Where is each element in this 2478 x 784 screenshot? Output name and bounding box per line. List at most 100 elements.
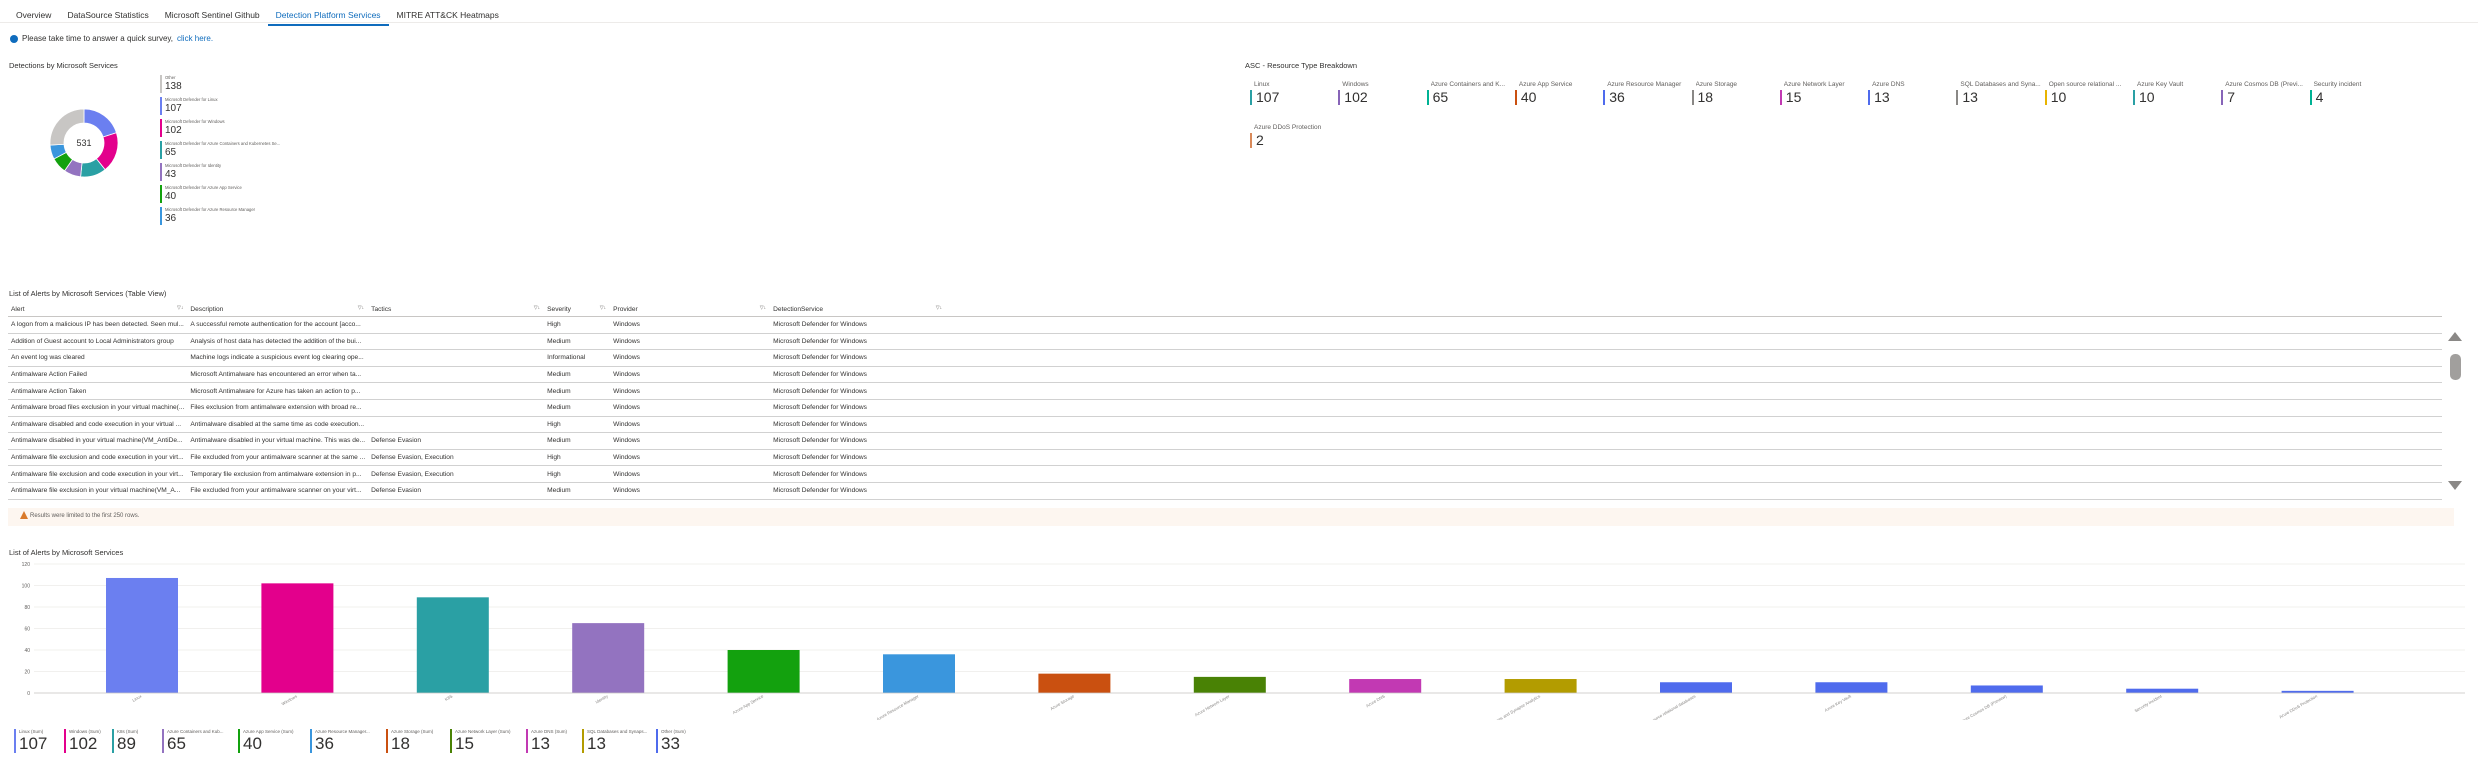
tile-value: 13 xyxy=(1962,89,1978,105)
bar-legend-item[interactable]: Other (Sum) 33 xyxy=(656,729,726,755)
resource-tile[interactable]: Linux 107 xyxy=(1250,81,1336,109)
survey-link[interactable]: click here. xyxy=(177,34,213,43)
bar[interactable] xyxy=(261,583,334,693)
col-header-label: Alert xyxy=(11,305,25,313)
tab-detection-platform-services[interactable]: Detection Platform Services xyxy=(267,6,389,26)
tab-overview[interactable]: Overview xyxy=(8,6,59,26)
donut-title: Detections by Microsoft Services xyxy=(9,61,118,70)
resource-tile[interactable]: Security incident 4 xyxy=(2309,81,2396,109)
table-row[interactable]: An event log was cleared Machine logs ind… xyxy=(8,349,2442,367)
resource-tile[interactable]: Azure Key Vault 10 xyxy=(2133,81,2219,109)
sort-icon[interactable]: ▽↓ xyxy=(177,305,183,311)
legend-label: Microsoft Defender for Windows xyxy=(165,119,225,124)
table-row[interactable]: Antimalware broad files exclusion in you… xyxy=(8,399,2442,417)
col-header-detectionservice[interactable]: DetectionService ▽↓ xyxy=(770,302,947,317)
x-tick-label: Azure App Service xyxy=(732,693,765,715)
resource-tile[interactable]: Windows 102 xyxy=(1338,81,1424,109)
x-tick-label: Identity xyxy=(594,693,609,705)
x-tick-label: Windows xyxy=(281,694,298,707)
cell-detectionservice: Microsoft Defender for Windows xyxy=(770,333,947,351)
bar[interactable] xyxy=(106,577,178,693)
bar-legend-item[interactable]: SQL Databases and Synaps... 13 xyxy=(582,729,652,755)
col-header-tactics[interactable]: Tactics ▽↓ xyxy=(368,302,545,317)
table-row[interactable]: Antimalware file exclusion and code exec… xyxy=(8,465,2442,483)
bar[interactable] xyxy=(572,623,645,693)
bar-legend-item[interactable]: Azure Network Layer (Sum) 15 xyxy=(450,729,520,755)
resource-tile[interactable]: Open source relational ... 10 xyxy=(2044,81,2131,109)
resource-tile[interactable]: Azure Resource Manager 36 xyxy=(1603,81,1689,109)
cell-detectionservice: Microsoft Defender for Windows xyxy=(770,449,947,467)
bar[interactable] xyxy=(883,654,955,693)
table-row[interactable]: Antimalware Action Taken Microsoft Antima… xyxy=(8,382,2442,400)
tab-mitre-heatmaps[interactable]: MITRE ATT&CK Heatmaps xyxy=(389,6,507,26)
bar[interactable] xyxy=(1815,682,1888,693)
col-header-alert[interactable]: Alert ▽↓ xyxy=(8,302,188,317)
donut-slice[interactable] xyxy=(83,108,117,138)
table-row[interactable]: Antimalware disabled and code execution … xyxy=(8,416,2442,434)
cell-filler xyxy=(946,465,2442,483)
scrollbar-thumb[interactable] xyxy=(2450,354,2461,380)
col-header-label: Provider xyxy=(613,305,638,313)
x-tick-label: Open-source relational databases xyxy=(1640,694,1697,720)
legend-color-swatch xyxy=(160,97,162,115)
legend-color-swatch xyxy=(112,729,114,753)
y-tick-label: 0 xyxy=(27,691,30,697)
resource-tile[interactable]: Azure Containers and K... 65 xyxy=(1426,81,1513,109)
bar-legend-item[interactable]: Azure Containers and Kub... 65 xyxy=(162,729,232,755)
table-row[interactable]: Antimalware file exclusion in your virtu… xyxy=(8,482,2442,500)
table-row[interactable]: A logon from a malicious IP has been det… xyxy=(8,316,2442,334)
resource-tile[interactable]: Azure Network Layer 15 xyxy=(1779,81,1866,109)
bar-legend-item[interactable]: Azure App Service (Sum) 40 xyxy=(238,729,308,755)
bar[interactable] xyxy=(1970,685,2043,693)
tab-datasource-statistics[interactable]: DataSource Statistics xyxy=(59,6,156,26)
bar[interactable] xyxy=(1349,679,1422,693)
bar-legend-item[interactable]: Azure Storage (Sum) 18 xyxy=(386,729,456,755)
cell-description: A successful remote authentication for t… xyxy=(187,316,369,334)
bar[interactable] xyxy=(1038,673,1111,693)
sort-icon[interactable]: ▽↓ xyxy=(534,305,540,311)
table-row[interactable]: Antimalware file exclusion and code exec… xyxy=(8,449,2442,467)
legend-value: 13 xyxy=(531,734,550,753)
resource-tile[interactable]: Azure Cosmos DB (Previ... 7 xyxy=(2221,81,2307,109)
sort-icon[interactable]: ▽↓ xyxy=(358,305,364,311)
cell-tactics: Defense Evasion, Execution xyxy=(368,449,545,467)
x-tick-label: Azure Resource Manager xyxy=(876,693,920,720)
tile-label: Azure DNS xyxy=(1872,81,1905,88)
scroll-down-icon[interactable] xyxy=(2448,481,2462,490)
bar[interactable] xyxy=(416,597,489,693)
col-header-description[interactable]: Description ▽↓ xyxy=(187,302,369,317)
bar-legend-item[interactable]: Azure Resource Manager... 36 xyxy=(310,729,380,755)
resource-tile[interactable]: Azure App Service 40 xyxy=(1514,81,1601,109)
survey-text: Please take time to answer a quick surve… xyxy=(22,34,174,43)
resource-tile[interactable]: Azure DDoS Protection 2 xyxy=(1250,124,1336,152)
cell-severity: Medium xyxy=(544,399,611,417)
table-row[interactable]: Antimalware disabled in your virtual mac… xyxy=(8,432,2442,450)
resource-tile[interactable]: Azure Storage 18 xyxy=(1691,81,1778,109)
bar[interactable] xyxy=(727,650,800,693)
sort-icon[interactable]: ▽↓ xyxy=(936,305,942,311)
tile-color-bar xyxy=(1250,90,1252,105)
cell-severity: High xyxy=(544,449,611,467)
tile-label: Azure DDoS Protection xyxy=(1254,124,1322,131)
sort-icon[interactable]: ▽↓ xyxy=(760,305,766,311)
bar[interactable] xyxy=(1504,679,1577,693)
tab-sentinel-github[interactable]: Microsoft Sentinel Github xyxy=(157,6,268,26)
table-row[interactable]: Antimalware Action Failed Microsoft Antim… xyxy=(8,366,2442,384)
col-header-severity[interactable]: Severity ▽↓ xyxy=(544,302,611,317)
bar[interactable] xyxy=(1660,682,1732,693)
col-header-provider[interactable]: Provider ▽↓ xyxy=(610,302,771,317)
resource-tile[interactable]: Azure DNS 13 xyxy=(1868,81,1954,109)
scroll-up-icon[interactable] xyxy=(2448,332,2462,341)
col-header-filler xyxy=(946,302,2442,317)
sort-icon[interactable]: ▽↓ xyxy=(600,305,606,311)
cell-filler xyxy=(946,333,2442,351)
cell-provider: Windows xyxy=(610,399,771,417)
cell-filler xyxy=(946,416,2442,434)
bar[interactable] xyxy=(1193,676,1266,693)
cell-filler xyxy=(946,482,2442,500)
x-tick-label: Azure DDoS Protection xyxy=(2278,693,2319,719)
legend-value: 40 xyxy=(243,734,262,753)
resource-tile[interactable]: SQL Databases and Syna... 13 xyxy=(1956,81,2042,109)
table-row[interactable]: Addition of Guest account to Local Admin… xyxy=(8,333,2442,351)
bar[interactable] xyxy=(2126,688,2199,693)
